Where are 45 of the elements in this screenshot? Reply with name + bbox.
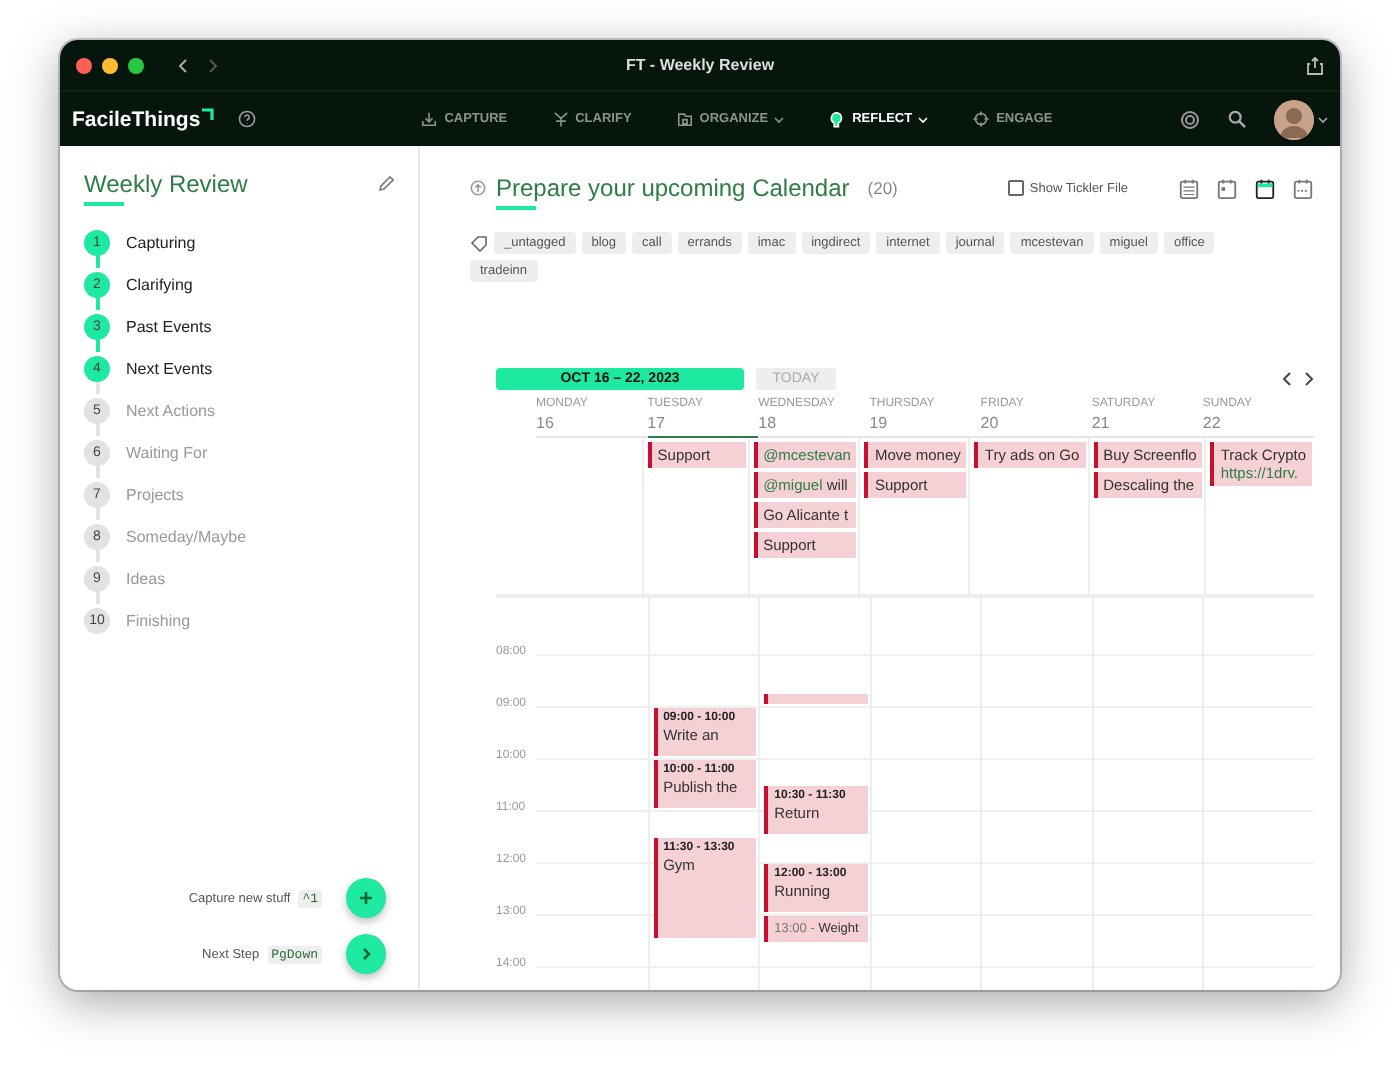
item-count: (20)	[867, 178, 898, 198]
download-icon	[420, 110, 439, 128]
tag-icon	[470, 235, 488, 251]
next-button[interactable]	[346, 934, 386, 974]
checkbox[interactable]	[1007, 180, 1024, 196]
fork-icon	[551, 110, 570, 128]
corner-icon	[202, 107, 215, 119]
add-button[interactable]	[346, 878, 386, 918]
day-date: 16	[536, 414, 556, 432]
day-date: 18	[758, 414, 779, 432]
day-date: 19	[869, 414, 890, 432]
help-icon[interactable]	[238, 110, 257, 128]
day-date: 21	[1091, 414, 1112, 432]
pencil-icon[interactable]	[378, 176, 394, 192]
window-title: FT - Weekly Review	[625, 56, 775, 74]
step-label[interactable]: Clarifying	[126, 276, 193, 294]
chevron-icon	[361, 948, 371, 960]
back-icon[interactable]	[178, 57, 188, 73]
bulb-icon	[828, 110, 847, 128]
avatar[interactable]	[1274, 99, 1314, 139]
page-title: Prepare your upcoming Calendar	[496, 174, 850, 202]
forward-icon[interactable]	[208, 57, 218, 73]
zoom-button[interactable]	[128, 57, 144, 73]
step-label[interactable]: Next Events	[126, 360, 213, 378]
day-date: 22	[1202, 414, 1223, 432]
calendar-view-icon[interactable]	[1254, 177, 1276, 199]
target-icon[interactable]	[1180, 109, 1200, 129]
crosshair-icon	[972, 110, 991, 128]
folder-icon	[675, 110, 694, 128]
minimize-button[interactable]	[102, 57, 118, 73]
share-icon[interactable]	[1306, 55, 1324, 75]
day-date: 17	[647, 414, 667, 432]
previous-icon[interactable]	[1282, 372, 1292, 386]
plus-icon	[360, 892, 372, 904]
close-button[interactable]	[76, 57, 92, 73]
up-arrow-icon[interactable]	[470, 180, 486, 196]
step-label[interactable]: Past Events	[126, 318, 212, 336]
day-date: 20	[980, 414, 1001, 432]
next-icon[interactable]	[1304, 372, 1314, 386]
step-label[interactable]: Capturing	[126, 234, 196, 252]
caret-icon[interactable]	[1318, 115, 1328, 123]
sidebar-title: Weekly Review	[84, 170, 248, 198]
calendar-event[interactable]	[764, 694, 868, 704]
logo[interactable]: FacileThings	[72, 107, 201, 131]
search-icon[interactable]	[1228, 110, 1246, 128]
